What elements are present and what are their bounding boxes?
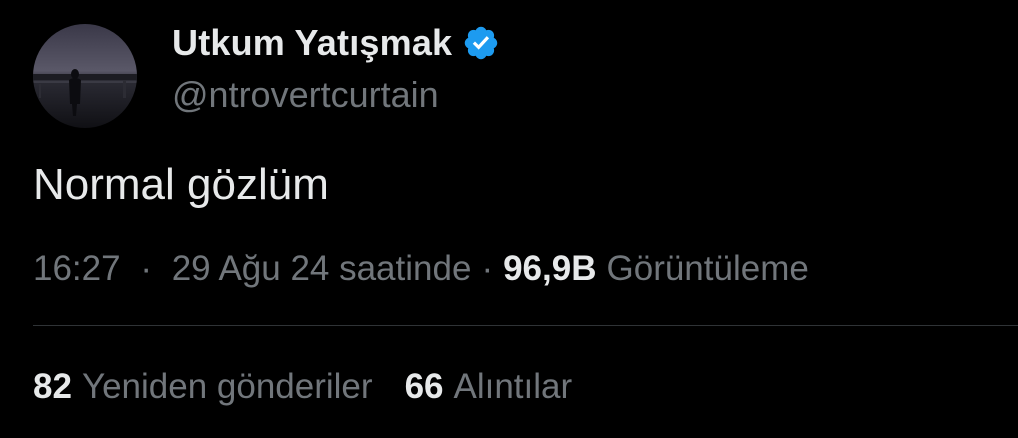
divider	[33, 325, 1018, 326]
engagement-stats: 82 Yeniden gönderiler 66 Alıntılar	[33, 364, 572, 410]
profile-photo-icon	[33, 24, 137, 128]
quotes-count: 66	[404, 367, 444, 406]
retweets-count: 82	[33, 367, 72, 406]
verified-badge-icon[interactable]	[462, 24, 500, 62]
avatar[interactable]	[33, 24, 137, 128]
retweets-label: Yeniden gönderiler	[81, 367, 373, 406]
tweet-card: Utkum Yatışmak @ntrovertcurtain Normal g…	[0, 0, 1018, 438]
author-name-row: Utkum Yatışmak	[172, 20, 500, 66]
quotes-stat-link[interactable]: 66 Alıntılar	[405, 367, 573, 407]
author-display-name[interactable]: Utkum Yatışmak	[172, 22, 452, 64]
tweet-timestamp-link[interactable]: 16:27 · 29 Ağu 24 saatinde	[33, 249, 471, 289]
meta-separator: ·	[140, 249, 152, 288]
quotes-label: Alıntılar	[453, 367, 573, 406]
tweet-text: Normal gözlüm	[33, 160, 329, 209]
tweet-meta: 16:27 · 29 Ağu 24 saatinde · 96,9B Görün…	[33, 246, 809, 292]
tweet-date: 29 Ağu 24 saatinde	[171, 249, 472, 288]
author-handle[interactable]: @ntrovertcurtain	[172, 74, 439, 116]
meta-separator: ·	[481, 249, 494, 288]
tweet-time: 16:27	[33, 249, 121, 288]
views-count: 96,9B	[503, 249, 597, 288]
views-label: Görüntüleme	[606, 249, 809, 288]
retweets-stat-link[interactable]: 82 Yeniden gönderiler	[33, 367, 373, 407]
